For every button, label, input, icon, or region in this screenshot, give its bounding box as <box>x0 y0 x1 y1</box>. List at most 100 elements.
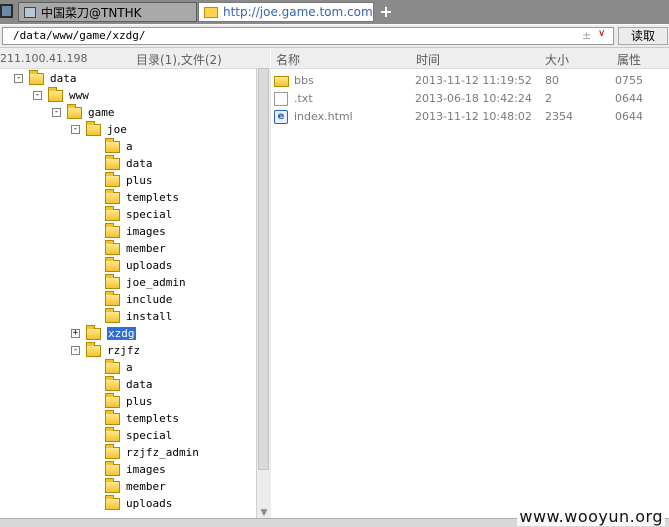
tree-node[interactable]: templets <box>90 188 179 206</box>
tree-node[interactable]: a <box>90 358 133 376</box>
collapse-icon[interactable]: - <box>71 346 80 355</box>
tree-node-label: include <box>126 293 173 306</box>
tree-node[interactable]: member <box>90 239 166 257</box>
column-name[interactable]: 名称 <box>276 51 300 68</box>
new-tab-button[interactable]: + <box>378 2 394 22</box>
folder-icon <box>105 222 120 238</box>
column-attr[interactable]: 属性 <box>617 51 641 68</box>
tree-node[interactable]: - rzjfz <box>71 341 141 359</box>
file-name: bbs <box>294 74 314 87</box>
scroll-down-icon[interactable]: ▼ <box>257 508 271 518</box>
file-size: 2 <box>545 92 552 105</box>
tree-node-label: xzdg <box>107 327 136 340</box>
folder-icon <box>105 239 120 255</box>
collapse-icon[interactable]: - <box>71 125 80 134</box>
tree-node-label: a <box>126 140 133 153</box>
column-time[interactable]: 时间 <box>416 51 440 68</box>
collapse-icon[interactable]: - <box>33 91 42 100</box>
file-size: 80 <box>545 74 559 87</box>
folder-icon <box>105 409 120 425</box>
folder-icon <box>105 358 120 374</box>
file-attr: 0755 <box>615 74 643 87</box>
tree-node[interactable]: - www <box>33 86 89 104</box>
tab-label: http://joe.game.tom.com/logo... <box>223 5 373 19</box>
folder-icon <box>86 120 101 136</box>
tree-node-label: data <box>126 378 153 391</box>
file-list-header: 名称 时间 大小 属性 <box>271 48 669 69</box>
tree-node[interactable]: - joe <box>71 120 127 138</box>
tree-node[interactable]: data <box>90 154 153 172</box>
encoding-icon[interactable]: ± <box>582 29 591 42</box>
tree-node[interactable]: joe_admin <box>90 273 186 291</box>
tree-header: 211.100.41.198 目录(1),文件(2) <box>0 48 270 69</box>
folder-icon <box>105 188 120 204</box>
tree-node[interactable]: a <box>90 137 133 155</box>
file-row[interactable]: e index.html 2013-11-12 10:48:02 2354 06… <box>271 108 669 126</box>
tree-node[interactable]: rzjfz_admin <box>90 443 199 461</box>
tree-node-label: joe <box>107 123 127 136</box>
folder-icon <box>105 171 120 187</box>
tree-node[interactable]: - data <box>14 69 77 87</box>
tree-node[interactable]: uploads <box>90 494 172 512</box>
file-time: 2013-11-12 10:48:02 <box>415 110 532 123</box>
folder-icon <box>86 341 101 357</box>
tab-bar: 中国菜刀@TNTHK http://joe.game.tom.com/logo.… <box>0 0 669 24</box>
folder-icon <box>105 307 120 323</box>
tree-node-label: images <box>126 225 166 238</box>
folder-icon <box>105 392 120 408</box>
chevron-down-icon[interactable]: ∨ <box>598 28 605 39</box>
tree-node-label: game <box>88 106 115 119</box>
file-time: 2013-06-18 10:42:24 <box>415 92 532 105</box>
tree-node[interactable]: templets <box>90 409 179 427</box>
folder-icon <box>67 103 82 119</box>
tree-node-label: rzjfz <box>107 344 141 357</box>
tree-node[interactable]: images <box>90 460 166 478</box>
tree-node[interactable]: plus <box>90 392 153 410</box>
tab-shell-list[interactable]: 中国菜刀@TNTHK <box>18 2 197 22</box>
column-size[interactable]: 大小 <box>545 51 569 68</box>
folder-icon <box>29 69 44 85</box>
scrollbar-thumb[interactable] <box>258 68 269 470</box>
tree-node-label: plus <box>126 395 153 408</box>
collapse-icon[interactable]: - <box>52 108 61 117</box>
path-input[interactable]: /data/www/game/xzdg/ <box>2 27 614 45</box>
tree-node[interactable]: special <box>90 205 172 223</box>
folder-icon <box>105 137 120 153</box>
tree-node[interactable]: plus <box>90 171 153 189</box>
tree-node[interactable]: member <box>90 477 166 495</box>
collapse-icon[interactable]: - <box>14 74 23 83</box>
directory-tree: - data - www - game - joe a data plus templets speci… <box>0 68 256 520</box>
tree-scrollbar[interactable]: ▼ <box>256 68 271 520</box>
folder-icon <box>105 273 120 289</box>
file-row[interactable]: .txt 2013-06-18 10:42:24 2 0644 <box>271 90 669 108</box>
tree-node[interactable]: data <box>90 375 153 393</box>
folder-icon <box>105 494 120 510</box>
tree-node[interactable]: include <box>90 290 173 308</box>
file-row[interactable]: bbs 2013-11-12 11:19:52 80 0755 <box>271 72 669 90</box>
tree-node-label: special <box>126 429 173 442</box>
tree-node-label: www <box>69 89 89 102</box>
dir-file-count: 目录(1),文件(2) <box>136 53 222 67</box>
window-icon[interactable] <box>0 4 13 18</box>
tree-node[interactable]: - game <box>52 103 115 121</box>
tree-node-label: images <box>126 463 166 476</box>
folder-icon <box>204 6 218 18</box>
tree-node[interactable]: special <box>90 426 173 444</box>
tree-node[interactable]: + xzdg <box>71 324 136 342</box>
tree-node[interactable]: images <box>90 222 166 240</box>
tab-file-manager[interactable]: http://joe.game.tom.com/logo... <box>198 2 374 22</box>
tree-node[interactable]: install <box>90 307 172 325</box>
expand-icon[interactable]: + <box>71 329 80 338</box>
read-button[interactable]: 读取 <box>618 27 668 45</box>
tree-node[interactable]: uploads <box>90 256 172 274</box>
folder-icon <box>105 443 120 459</box>
tree-node-label: member <box>126 480 166 493</box>
